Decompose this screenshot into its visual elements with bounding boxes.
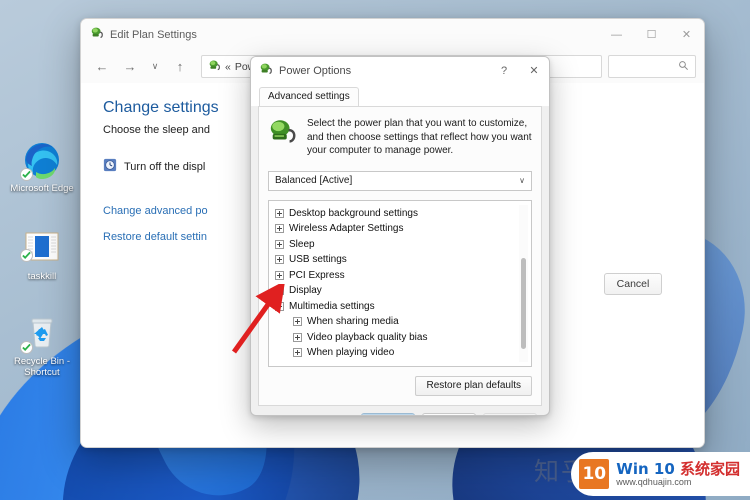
power-plug-icon xyxy=(208,59,221,75)
tree-item-label: Multimedia settings xyxy=(289,300,375,312)
tree-item-label: Display xyxy=(289,285,322,297)
edge-icon xyxy=(20,140,62,181)
power-plug-icon xyxy=(268,117,298,158)
expand-icon[interactable] xyxy=(275,208,284,218)
breadcrumb-overflow-icon[interactable]: « xyxy=(225,61,231,73)
close-icon[interactable]: ✕ xyxy=(669,19,704,50)
shortcut-check-badge xyxy=(20,249,33,262)
dialog-tabstrip: Advanced settings xyxy=(251,84,549,106)
power-plan-select[interactable]: Balanced [Active] ∨ xyxy=(268,170,532,191)
expand-icon[interactable] xyxy=(275,224,284,234)
shortcut-check-badge xyxy=(20,168,33,181)
shortcut-check-badge xyxy=(20,341,33,354)
win10-brand-name: Win 10 系统家园 xyxy=(616,461,740,477)
close-icon[interactable]: ✕ xyxy=(519,57,549,84)
up-button[interactable]: ↑ xyxy=(167,55,193,79)
tree-item[interactable]: Display xyxy=(275,283,531,299)
desktop-icon-microsoft-edge[interactable]: Microsoft Edge xyxy=(4,140,80,194)
dialog-footer: OK Cancel Apply xyxy=(251,406,549,415)
desktop-icon-label: Recycle Bin - Shortcut xyxy=(14,356,70,378)
tree-item[interactable]: Wireless Adapter Settings xyxy=(275,221,531,237)
window-titlebar[interactable]: Edit Plan Settings — ☐ ✕ xyxy=(81,19,704,50)
advanced-settings-panel: Select the power plan that you want to c… xyxy=(258,106,542,406)
tree-item[interactable]: USB settings xyxy=(275,252,531,268)
expand-icon[interactable] xyxy=(275,286,284,296)
minimize-icon[interactable]: — xyxy=(599,19,634,50)
win10-brand-name-en: Win 10 xyxy=(616,459,680,478)
tree-item-label: When sharing media xyxy=(307,316,399,328)
forward-button[interactable]: → xyxy=(117,55,143,79)
tree-item[interactable]: When playing video xyxy=(275,345,531,361)
dialog-controls: ? ✕ xyxy=(489,57,549,84)
tree-item-label: USB settings xyxy=(289,254,347,266)
power-plan-select-value: Balanced [Active] xyxy=(275,175,353,186)
expand-icon[interactable] xyxy=(293,332,302,342)
search-icon xyxy=(678,60,689,74)
chevron-down-icon: ∨ xyxy=(519,176,525,185)
tree-item-label: PCI Express xyxy=(289,269,345,281)
tree-item-multimedia-settings[interactable]: Multimedia settings xyxy=(275,299,531,315)
tab-advanced-settings[interactable]: Advanced settings xyxy=(259,87,359,106)
win10-badge-number: 10 xyxy=(579,459,610,489)
clock-icon xyxy=(103,158,117,175)
ok-button[interactable]: OK xyxy=(361,413,415,415)
expand-icon[interactable] xyxy=(293,348,302,358)
tree-item-label: Video playback quality bias xyxy=(307,331,428,343)
intro-text: Select the power plan that you want to c… xyxy=(307,118,532,156)
tree-item[interactable]: When sharing media xyxy=(275,314,531,330)
tree-item[interactable]: Sleep xyxy=(275,237,531,253)
desktop-icon-taskkill[interactable]: taskkill xyxy=(4,228,80,282)
restore-row: Restore plan defaults xyxy=(268,375,532,396)
maximize-icon[interactable]: ☐ xyxy=(634,19,669,50)
win10-brand-watermark: 10 Win 10 系统家园 www.qdhuajin.com xyxy=(571,452,750,496)
text-file-icon xyxy=(20,228,62,268)
win10-brand-url: www.qdhuajin.com xyxy=(616,476,692,487)
power-options-dialog: Power Options ? ✕ Advanced settings Sele… xyxy=(250,56,550,416)
tree-item-label: Sleep xyxy=(289,238,315,250)
help-button[interactable]: ? xyxy=(489,57,519,84)
cancel-button[interactable]: Cancel xyxy=(604,273,662,295)
win10-brand-name-cn: 系统家园 xyxy=(679,459,740,478)
recent-locations-button[interactable]: ∨ xyxy=(145,55,165,79)
tree-item[interactable]: PCI Express xyxy=(275,268,531,284)
intro-block: Select the power plan that you want to c… xyxy=(268,117,532,158)
turn-off-display-label: Turn off the displ xyxy=(124,160,206,173)
restore-plan-defaults-button[interactable]: Restore plan defaults xyxy=(415,375,532,396)
dialog-titlebar[interactable]: Power Options ? ✕ xyxy=(251,57,549,84)
tree-item[interactable]: Video playback quality bias xyxy=(275,330,531,346)
tree-item-label: When playing video xyxy=(307,347,395,359)
tree-scrollbar[interactable] xyxy=(519,204,528,362)
desktop-icon-label: Microsoft Edge xyxy=(10,183,74,194)
power-plug-icon xyxy=(90,26,104,43)
collapse-icon[interactable] xyxy=(275,301,284,311)
recycle-bin-icon xyxy=(20,313,62,354)
power-plug-icon xyxy=(259,62,273,79)
tree-scrollbar-thumb[interactable] xyxy=(521,257,526,349)
desktop-icon-recycle-bin[interactable]: Recycle Bin - Shortcut xyxy=(4,313,80,378)
back-button[interactable]: ← xyxy=(89,55,115,79)
tree-item-label: Wireless Adapter Settings xyxy=(289,223,404,235)
expand-icon[interactable] xyxy=(275,270,284,280)
search-input[interactable] xyxy=(608,55,696,78)
tree-item[interactable]: Desktop background settings xyxy=(275,206,531,222)
expand-icon[interactable] xyxy=(275,255,284,265)
expand-icon[interactable] xyxy=(275,239,284,249)
expand-icon[interactable] xyxy=(293,317,302,327)
advanced-settings-tree[interactable]: Desktop background settings Wireless Ada… xyxy=(268,199,532,367)
cancel-button[interactable]: Cancel xyxy=(422,413,476,415)
apply-button[interactable]: Apply xyxy=(483,413,537,415)
dialog-title: Power Options xyxy=(279,64,352,77)
window-title: Edit Plan Settings xyxy=(110,28,197,41)
tree-item-label: Desktop background settings xyxy=(289,207,418,219)
desktop-icon-label: taskkill xyxy=(27,271,57,282)
window-controls: — ☐ ✕ xyxy=(599,19,704,50)
